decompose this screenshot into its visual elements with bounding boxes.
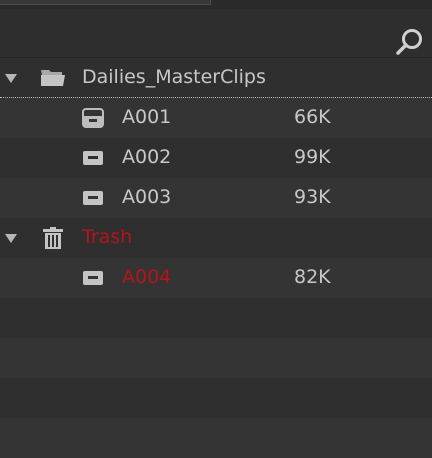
bin-name: Trash bbox=[82, 226, 133, 248]
expand-arrow-icon[interactable] bbox=[3, 230, 19, 246]
search-icon[interactable] bbox=[395, 27, 425, 57]
top-field[interactable] bbox=[0, 0, 211, 5]
empty-row bbox=[0, 338, 432, 378]
empty-row bbox=[0, 378, 432, 418]
clip-row-a004[interactable]: A004 82K bbox=[0, 258, 432, 298]
clip-icon bbox=[83, 271, 103, 285]
top-panel-bar bbox=[0, 0, 432, 10]
search-bar bbox=[0, 11, 432, 58]
bin-row-trash[interactable]: Trash bbox=[0, 218, 432, 258]
clip-name: A003 bbox=[122, 186, 172, 208]
bin-name: Dailies_MasterClips bbox=[82, 66, 266, 88]
trash-icon bbox=[43, 227, 63, 249]
media-pool-list: Dailies_MasterClips A001 66K A002 99K A0… bbox=[0, 58, 432, 458]
clip-name: A002 bbox=[122, 146, 172, 168]
clip-row-a003[interactable]: A003 93K bbox=[0, 178, 432, 218]
clip-name: A001 bbox=[122, 106, 172, 128]
clip-icon bbox=[83, 151, 103, 165]
folder-open-icon bbox=[41, 70, 65, 86]
expand-arrow-icon[interactable] bbox=[3, 70, 19, 86]
empty-row bbox=[0, 298, 432, 338]
clip-name: A004 bbox=[122, 266, 172, 288]
clip-size: 99K bbox=[294, 146, 331, 168]
bin-row-dailies[interactable]: Dailies_MasterClips bbox=[0, 58, 432, 98]
clip-offline-icon bbox=[82, 108, 104, 128]
clip-row-a002[interactable]: A002 99K bbox=[0, 138, 432, 178]
clip-size: 82K bbox=[294, 266, 331, 288]
clip-row-a001[interactable]: A001 66K bbox=[0, 98, 432, 138]
clip-icon bbox=[83, 191, 103, 205]
clip-size: 93K bbox=[294, 186, 331, 208]
empty-row bbox=[0, 418, 432, 458]
clip-size: 66K bbox=[294, 106, 331, 128]
